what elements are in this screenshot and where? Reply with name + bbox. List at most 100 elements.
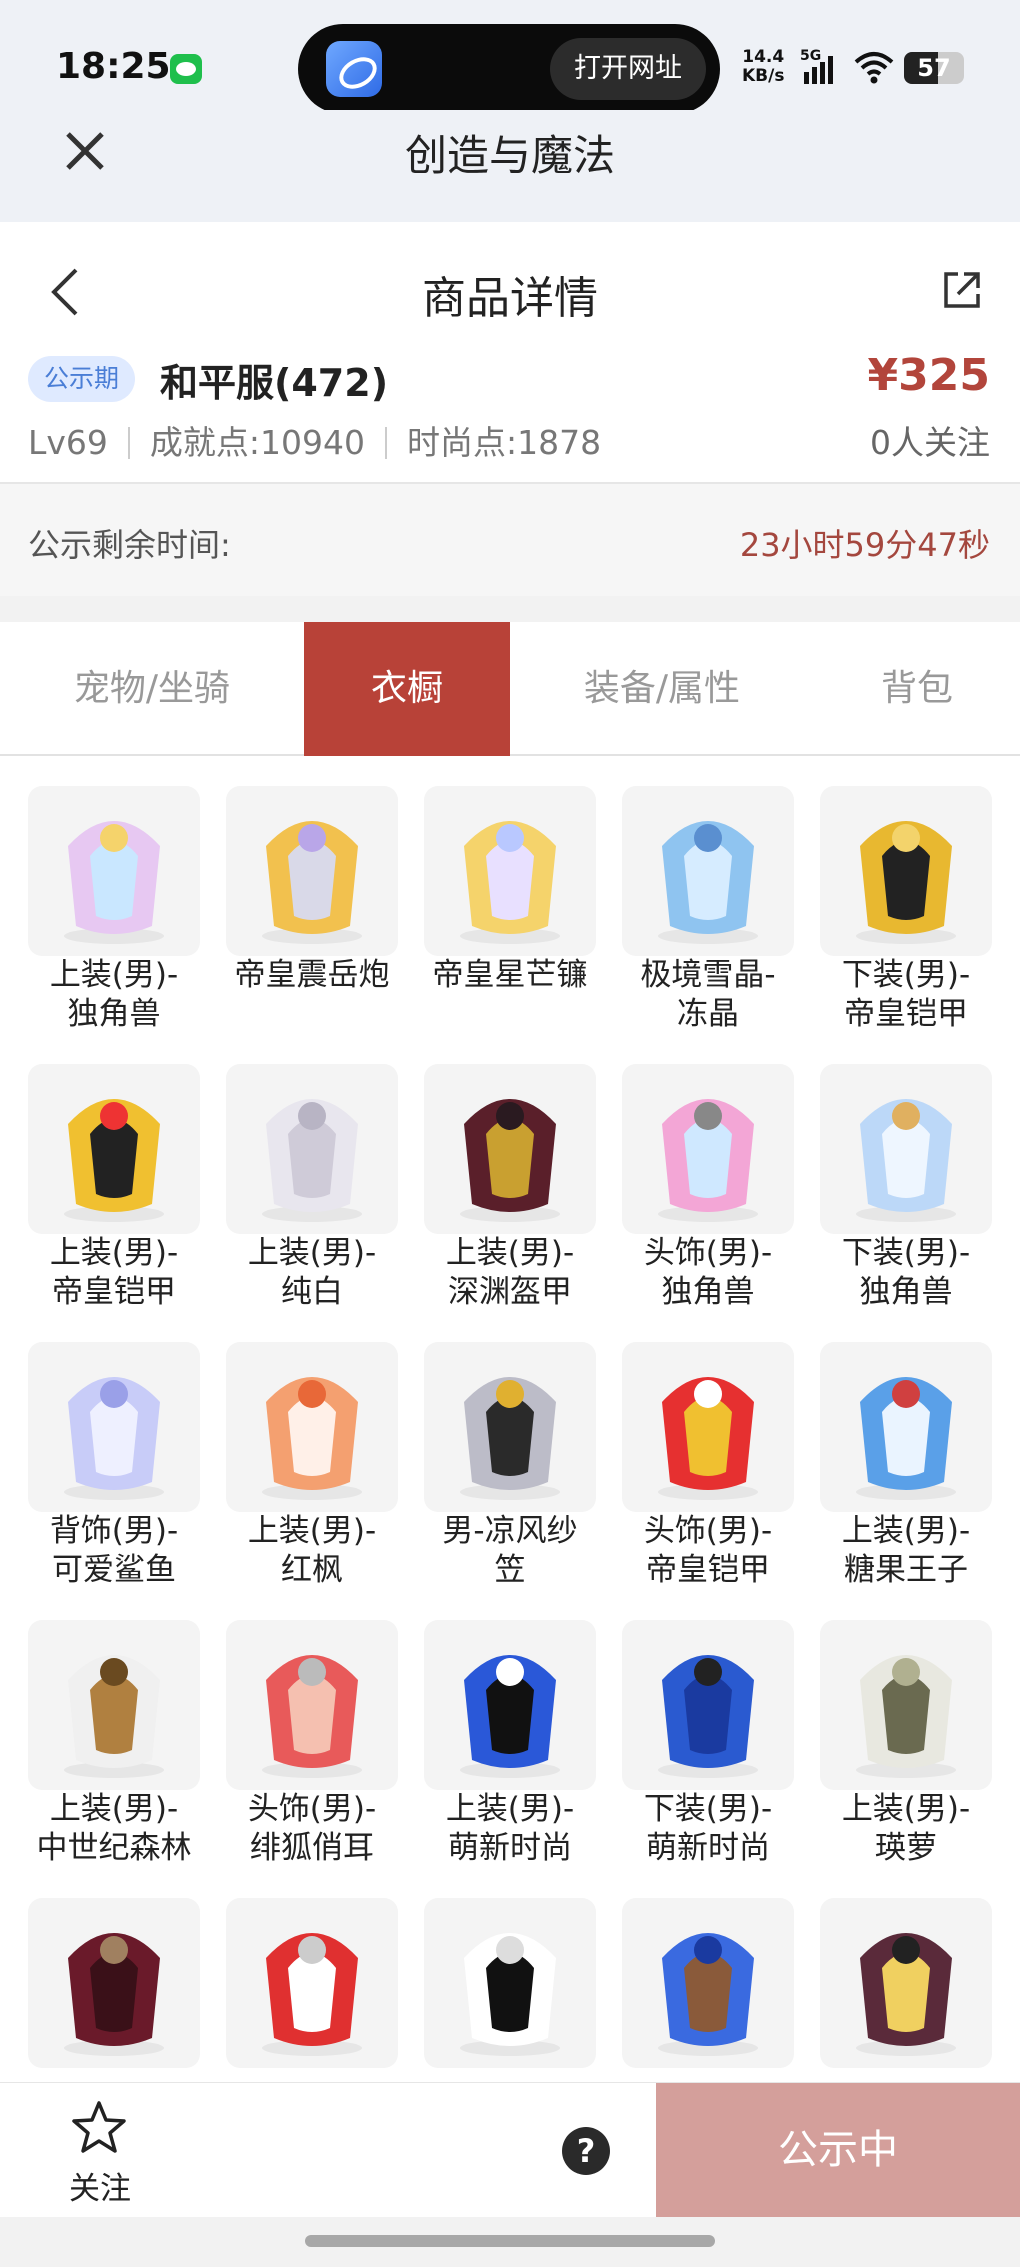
wardrobe-item[interactable]: 上装(男)- 独角兽 bbox=[28, 756, 200, 1032]
wardrobe-item[interactable]: 帝皇星芒镰 bbox=[424, 756, 596, 1026]
wardrobe-item[interactable]: 头饰(男)- 绯狐俏耳 bbox=[226, 1590, 398, 1866]
tab-wardrobe[interactable]: 衣橱 bbox=[304, 622, 510, 756]
wardrobe-item[interactable]: 上装(男)- 红枫 bbox=[226, 1312, 398, 1588]
item-label-line2: 笠 bbox=[494, 1552, 526, 1588]
wardrobe-item[interactable]: 下装(男)- 萌新时尚 bbox=[622, 1590, 794, 1866]
wardrobe-item[interactable]: 下装(男)- 帝皇铠甲 bbox=[820, 756, 992, 1032]
dynamic-island[interactable]: 打开网址 bbox=[298, 24, 720, 114]
wardrobe-item[interactable]: 上装(男)- 萌新时尚 bbox=[424, 1590, 596, 1866]
help-icon[interactable]: ? bbox=[562, 2127, 610, 2175]
star-scythe-icon bbox=[460, 821, 560, 944]
wardrobe-item[interactable] bbox=[226, 1868, 398, 2082]
item-label-line1: 头饰(男)- bbox=[643, 1513, 773, 1549]
golden-helmet-icon bbox=[658, 1377, 758, 1500]
tab-equipment[interactable]: 装备/属性 bbox=[510, 622, 814, 756]
abyss-armor-icon bbox=[460, 1099, 560, 1222]
item-label-line2: 独角兽 bbox=[859, 1274, 953, 1310]
item-label: 上装(男)- 红枫 bbox=[216, 1512, 408, 1590]
wardrobe-item[interactable] bbox=[820, 1868, 992, 2082]
wardrobe-item[interactable]: 头饰(男)- 独角兽 bbox=[622, 1034, 794, 1310]
wardrobe-item[interactable]: 上装(男)- 深渊盔甲 bbox=[424, 1034, 596, 1310]
follow-button[interactable]: 关注 bbox=[40, 2095, 160, 2207]
item-label: 头饰(男)- 帝皇铠甲 bbox=[612, 1512, 804, 1590]
battery-percent: 57 bbox=[917, 54, 951, 82]
app-bar: 创造与魔法 bbox=[0, 110, 1020, 222]
item-label: 下装(男)- 帝皇铠甲 bbox=[810, 956, 1002, 1034]
item-thumbnail bbox=[622, 786, 794, 956]
home-indicator-area bbox=[0, 2217, 1020, 2267]
wardrobe-item[interactable]: 男-凉风纱笠 bbox=[424, 1312, 596, 1588]
item-label-line2: 萌新时尚 bbox=[646, 1830, 770, 1866]
item-label-line1: 极境雪晶- bbox=[640, 957, 776, 993]
item-label-line1: 上装(男)- bbox=[841, 1513, 971, 1549]
unicorn-wings-icon bbox=[64, 821, 164, 944]
item-thumbnail bbox=[28, 1064, 200, 1234]
item-label-line1: 下装(男)- bbox=[841, 1235, 971, 1271]
item-thumbnail bbox=[226, 1898, 398, 2068]
candy-prince-coat-icon bbox=[856, 1377, 956, 1500]
item-label-line1: 上装(男)- bbox=[247, 1513, 377, 1549]
net-speed: 14.4 KB/s bbox=[742, 48, 784, 86]
wardrobe-item[interactable] bbox=[424, 1868, 596, 2082]
item-label-line2: 纯白 bbox=[281, 1274, 343, 1310]
wechat-icon bbox=[170, 54, 202, 84]
home-indicator[interactable] bbox=[305, 2235, 715, 2247]
wardrobe-item[interactable] bbox=[28, 1868, 200, 2082]
wardrobe-item[interactable]: 背饰(男)- 可爱鲨鱼 bbox=[28, 1312, 200, 1588]
item-label: 上装(男)- 纯白 bbox=[216, 1234, 408, 1312]
net-speed-unit: KB/s bbox=[742, 66, 785, 86]
open-url-button[interactable]: 打开网址 bbox=[550, 38, 706, 100]
item-label-line2: 瑛萝 bbox=[875, 1830, 937, 1866]
level: Lv69 bbox=[28, 423, 108, 462]
wardrobe-item[interactable]: 极境雪晶- 冻晶 bbox=[622, 756, 794, 1032]
item-thumbnail bbox=[820, 1342, 992, 1512]
wardrobe-item[interactable]: 上装(男)- 帝皇铠甲 bbox=[28, 1034, 200, 1310]
wardrobe-item[interactable]: 上装(男)- 瑛萝 bbox=[820, 1590, 992, 1866]
item-label-line2: 红枫 bbox=[281, 1552, 343, 1588]
item-label: 上装(男)- 帝皇铠甲 bbox=[18, 1234, 210, 1312]
item-label-line1: 头饰(男)- bbox=[643, 1235, 773, 1271]
item-label: 上装(男)- 糖果王子 bbox=[810, 1512, 1002, 1590]
item-label-line2: 帝皇铠甲 bbox=[52, 1274, 176, 1310]
share-icon[interactable] bbox=[940, 268, 984, 312]
item-label-line2: 独角兽 bbox=[661, 1274, 755, 1310]
item-label-line1: 上装(男)- bbox=[445, 1235, 575, 1271]
wardrobe-item[interactable]: 头饰(男)- 帝皇铠甲 bbox=[622, 1312, 794, 1588]
white-boots-icon bbox=[460, 1933, 560, 2056]
item-label: 头饰(男)- 独角兽 bbox=[612, 1234, 804, 1312]
wardrobe-item[interactable]: 上装(男)- 糖果王子 bbox=[820, 1312, 992, 1588]
red-hoodie-icon bbox=[262, 1933, 362, 2056]
item-thumbnail bbox=[820, 1064, 992, 1234]
wardrobe-item[interactable]: 上装(男)- 中世纪森林 bbox=[28, 1590, 200, 1866]
item-label-line2: 萌新时尚 bbox=[448, 1830, 572, 1866]
item-thumbnail bbox=[424, 786, 596, 956]
blue-jacket-icon bbox=[460, 1655, 560, 1778]
tab-backpack[interactable]: 背包 bbox=[814, 622, 1020, 756]
item-thumbnail bbox=[226, 1342, 398, 1512]
achievement-points: 成就点:10940 bbox=[149, 423, 366, 462]
fashion-points: 时尚点:1878 bbox=[407, 423, 602, 462]
item-label-line2: 糖果王子 bbox=[844, 1552, 968, 1588]
item-label: 头饰(男)- 绯狐俏耳 bbox=[216, 1790, 408, 1868]
item-label-line1: 上装(男)- bbox=[247, 1235, 377, 1271]
status-badge: 公示期 bbox=[28, 356, 136, 402]
item-label: 背饰(男)- 可爱鲨鱼 bbox=[18, 1512, 210, 1590]
item-label-line2: 冻晶 bbox=[677, 996, 739, 1032]
medieval-vest-icon bbox=[64, 1655, 164, 1778]
wardrobe-item[interactable]: 帝皇震岳炮 bbox=[226, 756, 398, 1026]
maple-robe-icon bbox=[262, 1377, 362, 1500]
tab-pets-mounts[interactable]: 宠物/坐骑 bbox=[0, 622, 304, 756]
item-label: 下装(男)- 独角兽 bbox=[810, 1234, 1002, 1312]
countdown-row: 公示剩余时间: 23小时59分47秒 bbox=[0, 484, 1020, 596]
wardrobe-item[interactable]: 下装(男)- 独角兽 bbox=[820, 1034, 992, 1310]
product-header: 商品详情 公示期 和平服(472) ¥325 Lv69 成就点:10940 时尚点:… bbox=[0, 222, 1020, 484]
wardrobe-item[interactable]: 上装(男)- 纯白 bbox=[226, 1034, 398, 1310]
item-thumbnail bbox=[622, 1620, 794, 1790]
item-label-line1: 帝皇星芒镰 bbox=[432, 957, 588, 993]
item-label-line1: 背饰(男)- bbox=[49, 1513, 179, 1549]
white-coat-icon bbox=[262, 1099, 362, 1222]
server-name: 和平服(472) bbox=[160, 361, 389, 405]
wardrobe-item[interactable] bbox=[622, 1868, 794, 2082]
veil-hat-icon bbox=[460, 1377, 560, 1500]
publicity-status-button[interactable]: 公示中 bbox=[656, 2083, 1020, 2218]
